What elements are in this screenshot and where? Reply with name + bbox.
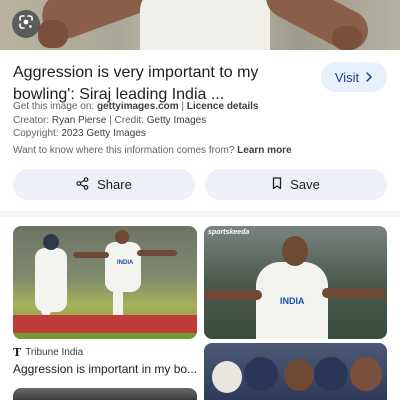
tribune-logo-icon: T <box>13 346 22 359</box>
separator: | <box>106 115 115 126</box>
copyright-label: Copyright: <box>13 128 62 139</box>
learn-more-link[interactable]: Learn more <box>237 145 291 156</box>
share-icon <box>76 176 89 193</box>
licence-details-link[interactable]: Licence details <box>187 101 259 112</box>
player-blue-cap <box>244 357 278 391</box>
source-name: Tribune India <box>25 347 84 358</box>
jersey-text: INDIA <box>117 260 134 266</box>
result-source[interactable]: T Tribune India <box>13 346 83 359</box>
result-image-3[interactable] <box>204 343 387 400</box>
google-lens-icon <box>18 14 34 35</box>
google-lens-button[interactable] <box>12 10 40 38</box>
section-divider <box>0 211 400 217</box>
bowler-head <box>282 236 308 266</box>
jersey-text: INDIA <box>280 296 305 306</box>
info-question: Want to know where this information come… <box>13 145 238 156</box>
batsman-helmet <box>43 234 59 250</box>
bowler-arm-right <box>322 288 386 298</box>
creator-label: Creator: <box>13 115 52 126</box>
save-label: Save <box>290 177 320 192</box>
bowler-figure <box>105 242 141 292</box>
bookmark-icon <box>272 176 282 193</box>
image-title[interactable]: Aggression is very important to my bowli… <box>13 62 303 106</box>
visit-label: Visit <box>334 69 360 85</box>
separator: | <box>178 101 187 112</box>
result-image-1[interactable]: INDIA <box>13 226 197 339</box>
source-prefix: Get this image on: <box>13 101 97 112</box>
result-image-4[interactable] <box>13 388 197 400</box>
pitch <box>13 333 197 339</box>
player-head <box>284 359 314 391</box>
creator-line: Creator: Ryan Pierse | Credit: Getty Ima… <box>13 115 206 126</box>
share-button[interactable]: Share <box>13 169 195 200</box>
hero-shirt <box>140 0 270 50</box>
bowler-arm-left <box>204 290 262 300</box>
batsman-leg <box>41 286 51 316</box>
hero-image[interactable] <box>0 0 400 50</box>
source-line: Get this image on: gettyimages.com | Lic… <box>13 101 259 112</box>
result-image-2[interactable]: sportskeeda INDIA <box>204 226 387 339</box>
save-button[interactable]: Save <box>205 169 387 200</box>
bowler-arm-right <box>137 250 177 256</box>
credit-value: Getty Images <box>146 115 207 126</box>
share-label: Share <box>97 177 132 192</box>
player-blue-cap <box>314 357 348 391</box>
sportskeeda-watermark: sportskeeda <box>208 229 250 236</box>
info-question-line: Want to know where this information come… <box>13 145 292 156</box>
player-head <box>350 357 382 391</box>
bowler-head <box>115 230 129 244</box>
result-title[interactable]: Aggression is important in my bo... <box>13 362 197 376</box>
batsman-figure <box>35 248 67 312</box>
copyright-line: Copyright: 2023 Getty Images <box>13 128 146 139</box>
credit-label: Credit: <box>114 115 147 126</box>
visit-button[interactable]: Visit <box>321 62 387 92</box>
copyright-value: 2023 Getty Images <box>61 128 146 139</box>
chevron-right-icon <box>365 70 373 85</box>
getty-link[interactable]: gettyimages.com <box>97 101 179 112</box>
bowler-arm-left <box>73 252 109 258</box>
hero-right-fist <box>332 26 362 50</box>
hero-left-fist <box>38 20 68 48</box>
creator-value: Ryan Pierse <box>51 115 107 126</box>
stadium-banner <box>13 315 197 333</box>
player-white-cap <box>212 361 242 393</box>
